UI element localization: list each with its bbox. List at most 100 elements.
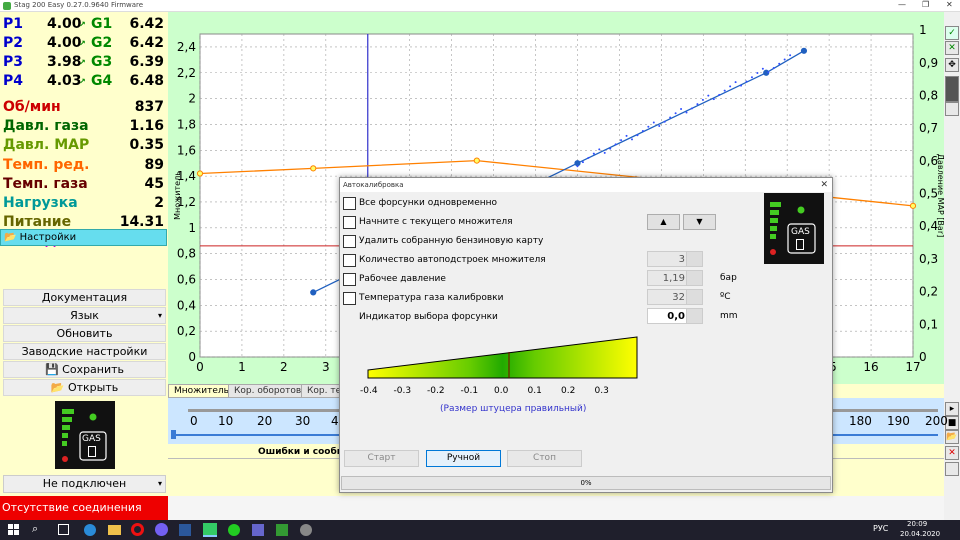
other-app-icon[interactable] bbox=[300, 524, 312, 536]
terminal-icon[interactable] bbox=[276, 524, 288, 536]
open-folder-icon: 📂 bbox=[50, 381, 65, 394]
injector-gas-value: 6.42 bbox=[129, 16, 164, 32]
rpm-slider-thumb[interactable] bbox=[171, 430, 176, 439]
sample-point bbox=[712, 98, 715, 101]
sample-point bbox=[581, 161, 584, 164]
factory-settings-button[interactable]: Заводские настройки bbox=[3, 343, 166, 360]
scale-tick: 0.0 bbox=[494, 386, 509, 396]
multiplier-down-button[interactable]: ▼ bbox=[683, 214, 716, 230]
sample-point bbox=[658, 124, 661, 127]
scale-tick: -0.1 bbox=[460, 386, 479, 396]
scale-tick: 0.3 bbox=[594, 386, 609, 396]
stag-app-icon[interactable] bbox=[203, 523, 217, 537]
rpm-label-190: 190 bbox=[887, 414, 910, 428]
x-tick-label: 1 bbox=[238, 360, 246, 374]
injector-gas-value: 6.39 bbox=[129, 54, 164, 70]
dialog-gas-text: GAS bbox=[791, 227, 810, 237]
y-tick-label: 0 bbox=[188, 350, 196, 364]
tab-multiplier[interactable]: Множитель bbox=[168, 384, 235, 398]
maximize-button[interactable]: ❐ bbox=[922, 0, 929, 9]
arrow-icon: ↗ bbox=[79, 20, 86, 29]
scale-tick: 0.2 bbox=[561, 386, 576, 396]
injector-petrol-value: 4.00 bbox=[47, 16, 82, 32]
device-icon[interactable] bbox=[945, 76, 959, 102]
checkbox-gas-temperature[interactable] bbox=[343, 292, 356, 305]
sample-point bbox=[614, 143, 617, 146]
y-tick-label: 0,2 bbox=[177, 324, 196, 338]
checkbox-auto-adjust-count[interactable] bbox=[343, 254, 356, 267]
spinner-icon[interactable] bbox=[686, 271, 702, 285]
parameter-label: Нагрузка bbox=[3, 195, 78, 211]
dialog-close-icon[interactable]: ✕ bbox=[820, 178, 828, 192]
connection-dropdown[interactable]: Не подключен ▾ bbox=[3, 475, 166, 493]
multiplier-up-button[interactable]: ▲ bbox=[647, 214, 680, 230]
sample-point bbox=[652, 121, 655, 124]
checkbox-delete-petrol-map[interactable] bbox=[343, 235, 356, 248]
y-right-tick-label: 0,2 bbox=[919, 285, 938, 299]
auto-adjust-count-field[interactable]: 3 bbox=[647, 251, 703, 267]
folder-icon[interactable]: 📂 bbox=[945, 430, 959, 444]
settings-header[interactable]: 📂 Настройки bbox=[0, 229, 167, 246]
blank-icon[interactable] bbox=[945, 462, 959, 476]
manual-button[interactable]: Ручной bbox=[426, 450, 501, 467]
docs-button[interactable]: Документация bbox=[3, 289, 166, 306]
tray-lang[interactable]: РУС bbox=[873, 524, 888, 533]
y-right-tick-label: 0,9 bbox=[919, 56, 938, 70]
open-button[interactable]: 📂 Открыть bbox=[3, 379, 166, 396]
y-tick-label: 0,4 bbox=[177, 298, 196, 312]
windows-start-icon[interactable] bbox=[8, 524, 19, 535]
checkbox-current-multiplier[interactable] bbox=[343, 216, 356, 229]
move-icon[interactable]: ✥ bbox=[945, 58, 959, 72]
explorer-icon[interactable] bbox=[108, 525, 121, 535]
checkbox-all-injectors[interactable] bbox=[343, 197, 356, 210]
rpm-label-30: 30 bbox=[295, 414, 311, 428]
working-pressure-field[interactable]: 1,19 bbox=[647, 270, 703, 286]
refresh-button[interactable]: Обновить bbox=[3, 325, 166, 342]
edge-icon[interactable] bbox=[84, 524, 96, 536]
injector-indicator-scale bbox=[367, 336, 638, 379]
delete-icon[interactable]: ✕ bbox=[945, 446, 959, 460]
spinner-icon[interactable] bbox=[686, 252, 702, 266]
scale-tick: -0.2 bbox=[427, 386, 445, 396]
close-button[interactable]: ✕ bbox=[946, 0, 953, 9]
task-view-icon[interactable] bbox=[58, 524, 69, 535]
language-dropdown[interactable]: Язык ▾ bbox=[3, 307, 166, 324]
fuel-pump-icon bbox=[796, 239, 804, 250]
stop-button[interactable]: Стоп bbox=[507, 450, 582, 467]
spinner-icon[interactable] bbox=[686, 309, 702, 323]
y-right-tick-label: 0 bbox=[919, 350, 927, 364]
connection-error: Отсутствие соединения bbox=[0, 496, 168, 520]
tab-rpm-correction[interactable]: Кор. оборотов bbox=[228, 384, 308, 398]
start-button[interactable]: Старт bbox=[344, 450, 419, 467]
save-button[interactable]: 💾 Сохранить bbox=[3, 361, 166, 378]
viber-icon[interactable] bbox=[155, 523, 168, 536]
injector-indicator-field[interactable]: 0,0 bbox=[647, 308, 703, 324]
whatsapp-icon[interactable] bbox=[228, 524, 240, 536]
y-tick-label: 1,6 bbox=[177, 143, 196, 157]
sample-point bbox=[669, 116, 672, 119]
option-current-multiplier: Начните с текущего множителя bbox=[359, 217, 513, 227]
parameter-label: Давл. газа bbox=[3, 118, 89, 135]
save-app-icon[interactable] bbox=[252, 524, 264, 536]
scroll-icon[interactable] bbox=[945, 102, 959, 116]
opera-icon[interactable] bbox=[131, 523, 144, 536]
search-icon[interactable]: ⌕ bbox=[32, 522, 38, 536]
gas-temperature-field[interactable]: 32 bbox=[647, 289, 703, 305]
parameter-value: 89 bbox=[144, 156, 164, 173]
word-icon[interactable] bbox=[179, 524, 191, 536]
minimize-button[interactable]: — bbox=[898, 0, 906, 9]
cancel-icon[interactable]: ✕ bbox=[945, 41, 959, 55]
temperature-unit: ºC bbox=[720, 292, 731, 302]
injector-petrol-value: 4.03 bbox=[47, 73, 82, 89]
spinner-icon[interactable] bbox=[686, 290, 702, 304]
confirm-icon[interactable]: ✓ bbox=[945, 26, 959, 40]
checkbox-working-pressure[interactable] bbox=[343, 273, 356, 286]
sample-point bbox=[767, 71, 770, 74]
injector-row: P4 4.03 G4 6.48 ↗ bbox=[3, 72, 167, 91]
y-tick-label: 1 bbox=[188, 221, 196, 235]
sample-point bbox=[598, 148, 601, 151]
scale-tick: -0.3 bbox=[393, 386, 412, 396]
y-tick-label: 0,6 bbox=[177, 272, 196, 286]
sample-point bbox=[609, 147, 612, 150]
series-point bbox=[473, 157, 480, 164]
